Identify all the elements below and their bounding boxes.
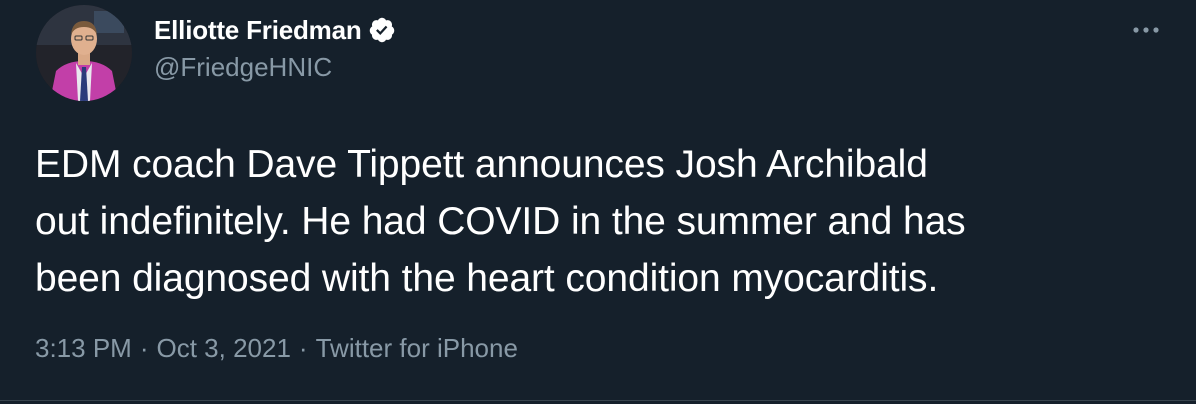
tweet-text: EDM coach Dave Tippett announces Josh Ar…	[35, 136, 1165, 307]
avatar[interactable]	[36, 5, 132, 101]
author-name-row[interactable]: Elliotte Friedman	[154, 12, 396, 48]
more-options-icon[interactable]	[1124, 16, 1168, 44]
tweet-text-line: out indefinitely. He had COVID in the su…	[35, 200, 966, 243]
meta-separator: ·	[139, 333, 149, 363]
tweet-date-link[interactable]: Oct 3, 2021	[157, 333, 291, 364]
tweet-meta: 3:13 PM · Oct 3, 2021 · Twitter for iPho…	[35, 333, 518, 364]
tweet-card: Elliotte Friedman @FriedgeHNIC EDM coach…	[0, 0, 1196, 404]
tweet-source-link[interactable]: Twitter for iPhone	[316, 333, 518, 364]
tweet-text-line: EDM coach Dave Tippett announces Josh Ar…	[35, 143, 928, 186]
meta-separator: ·	[298, 333, 308, 363]
divider	[0, 400, 1196, 401]
tweet-text-line: been diagnosed with the heart condition …	[35, 257, 939, 300]
verified-badge-icon	[368, 16, 396, 44]
author-handle[interactable]: @FriedgeHNIC	[154, 52, 332, 83]
avatar-image	[36, 5, 132, 101]
author-display-name[interactable]: Elliotte Friedman	[154, 15, 362, 46]
tweet-time-link[interactable]: 3:13 PM	[35, 333, 132, 364]
